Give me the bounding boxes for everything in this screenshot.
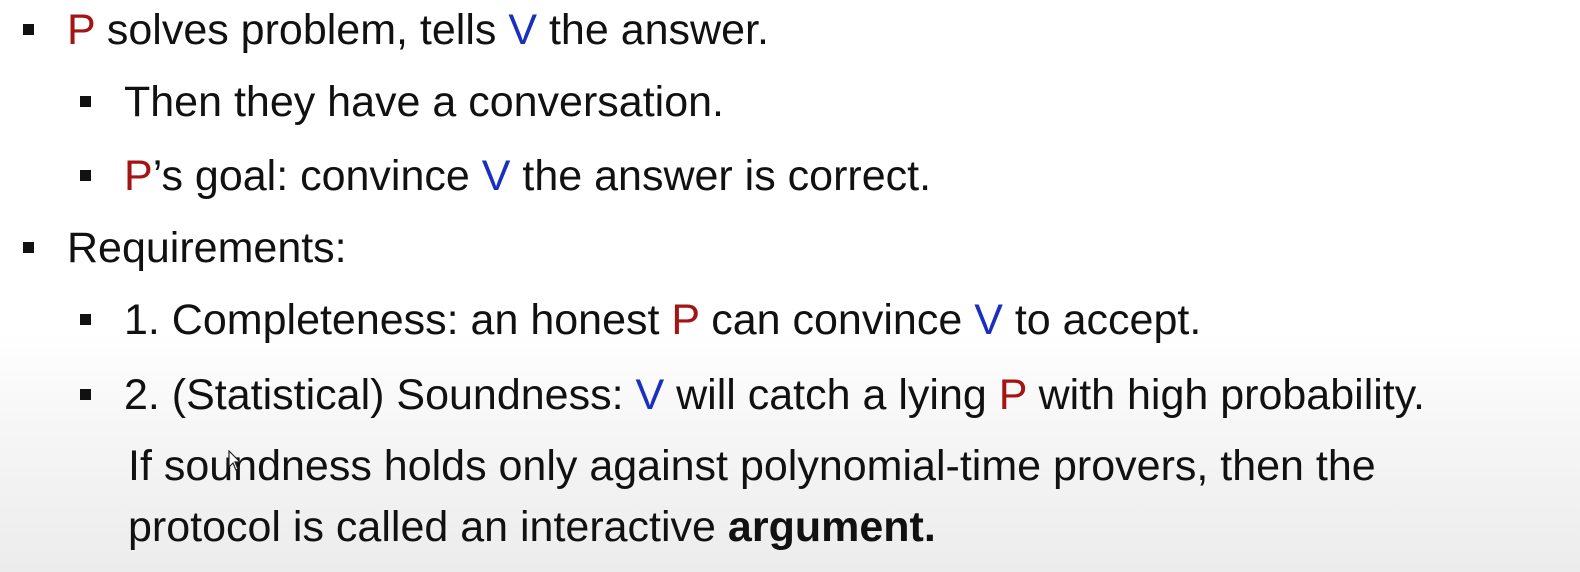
prover-label: P: [671, 296, 700, 344]
square-bullet-icon: [80, 389, 91, 400]
square-bullet-icon: [80, 96, 91, 107]
argument-note-line2: protocol is called an interactive argume…: [128, 497, 936, 557]
bullet-text: to accept.: [1002, 296, 1202, 344]
bullet-text: Then they have a conversation.: [124, 78, 724, 126]
bullet-text: with high probability.: [1026, 371, 1425, 419]
slide: P solves problem, tells V the answer. Th…: [0, 0, 1580, 572]
note-text: protocol is called an interactive: [128, 503, 728, 551]
bullet-soundness: 2. (Statistical) Soundness: V will catch…: [80, 367, 1425, 423]
square-bullet-icon: [23, 24, 34, 35]
verifier-label: V: [508, 6, 538, 54]
bullet-text: the answer.: [537, 6, 769, 54]
bullet-text: will catch a lying: [664, 371, 999, 419]
bullet-text: ’s goal: convince: [152, 152, 482, 200]
verifier-label: V: [974, 296, 1003, 344]
bullet-text: Requirements:: [67, 224, 347, 272]
bullet-p-goal: P’s goal: convince V the answer is corre…: [80, 148, 932, 204]
argument-term: argument.: [727, 503, 936, 551]
bullet-completeness: 1. Completeness: an honest P can convinc…: [80, 292, 1202, 348]
verifier-label: V: [635, 371, 665, 419]
bullet-p-solves-problem: P solves problem, tells V the answer.: [23, 2, 769, 58]
prover-label: P: [124, 152, 153, 200]
square-bullet-icon: [80, 314, 91, 325]
square-bullet-icon: [23, 242, 34, 253]
bullet-text: 1. Completeness: an honest: [124, 296, 672, 344]
prover-label: P: [998, 371, 1027, 419]
bullet-text: can convince: [699, 296, 975, 344]
argument-note-line1: If soundness holds only against polynomi…: [128, 442, 1376, 490]
mouse-pointer-icon: [228, 450, 242, 471]
bullet-conversation: Then they have a conversation.: [80, 74, 724, 130]
bullet-text: the answer is correct.: [510, 152, 932, 200]
prover-label: P: [67, 6, 95, 54]
bullet-text: solves problem, tells: [94, 6, 509, 54]
verifier-label: V: [481, 152, 511, 200]
bullet-text: 2. (Statistical) Soundness:: [124, 371, 636, 419]
square-bullet-icon: [80, 170, 91, 181]
bullet-requirements: Requirements:: [23, 220, 347, 276]
